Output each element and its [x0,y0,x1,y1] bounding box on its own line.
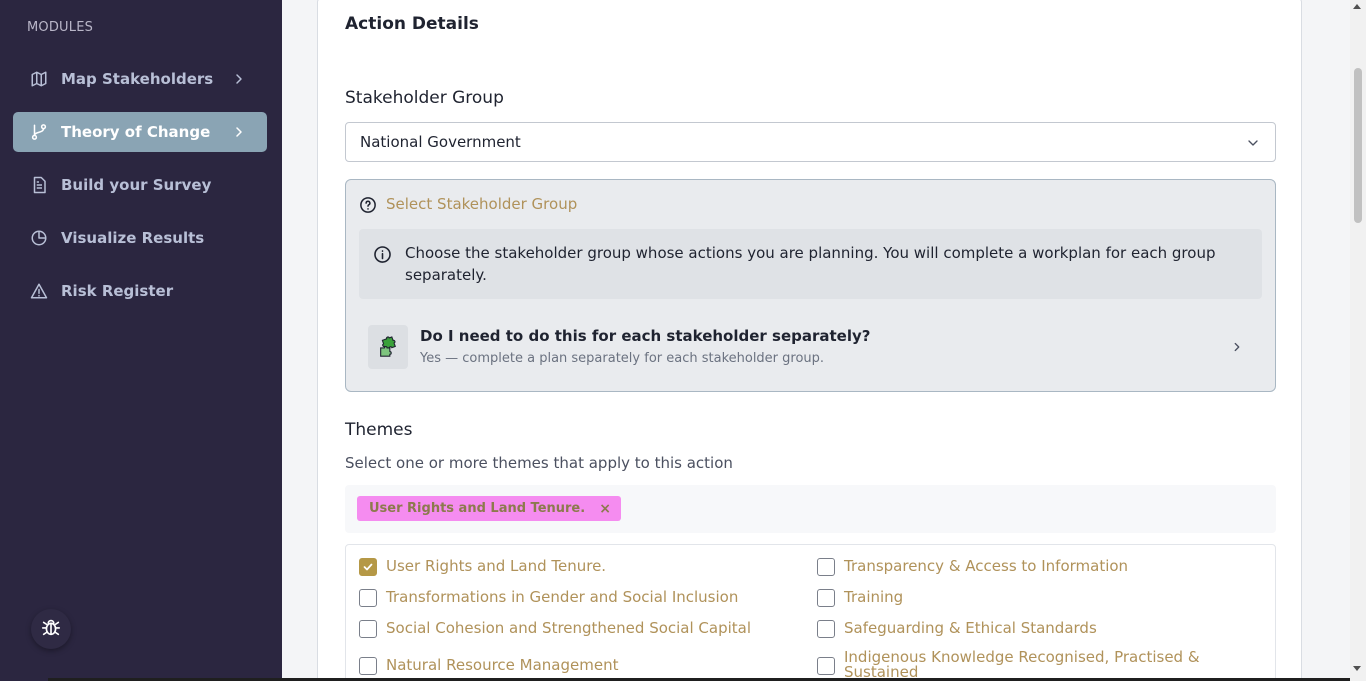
theme-option-label: Safeguarding & Ethical Standards [844,619,1097,637]
pie-chart-icon [30,229,48,247]
warning-icon [30,282,48,300]
theme-option[interactable]: Natural Resource Management [359,657,618,675]
theme-option-label: Social Cohesion and Strengthened Social … [386,619,752,637]
sidebar-item-label: Theory of Change [61,123,211,141]
sidebar-item-label: Risk Register [61,282,174,300]
faq-item[interactable]: Do I need to do this for each stakeholde… [359,313,1262,379]
themes-title: Themes [345,420,413,440]
stakeholder-group-select[interactable]: National Government [345,122,1276,162]
scroll-down-arrow-icon[interactable] [1353,666,1361,671]
sidebar-item-risk-register[interactable]: Risk Register [13,271,267,311]
theme-option-label: Natural Resource Management [386,656,619,674]
checkbox[interactable] [817,558,835,576]
sidebar-item-label: Map Stakeholders [61,70,214,88]
checkbox[interactable] [817,657,835,675]
theme-chip: User Rights and Land Tenure. × [357,496,621,521]
theme-option[interactable]: Indigenous Knowledge Recognised, Practis… [817,650,1217,680]
git-branch-icon [30,123,48,141]
close-icon[interactable]: × [599,501,611,517]
scrollbar-thumb[interactable] [1354,68,1362,223]
theme-option[interactable]: Transparency & Access to Information [817,558,1128,576]
chevron-right-icon [231,71,247,87]
info-text: Choose the stakeholder group whose actio… [405,244,1216,284]
modules-label: MODULES [27,20,94,35]
sidebar-item-map-stakeholders[interactable]: Map Stakeholders [13,59,267,99]
help-circle-icon [359,196,377,218]
checkbox[interactable] [359,620,377,638]
chip-label: User Rights and Land Tenure. [369,501,586,516]
themes-subtitle: Select one or more themes that apply to … [345,454,733,472]
theme-option[interactable]: Transformations in Gender and Social Inc… [359,589,738,607]
scroll-up-arrow-icon[interactable] [1353,4,1361,9]
checkbox[interactable] [359,558,377,576]
chevron-right-icon [231,124,247,140]
theme-option-label: Transformations in Gender and Social Inc… [386,588,739,606]
selected-themes: User Rights and Land Tenure. × [345,485,1276,533]
stakeholder-group-label: Stakeholder Group [345,88,504,108]
sidebar-item-theory-of-change[interactable]: Theory of Change [13,112,267,152]
action-details-card: Action Details Stakeholder Group Nationa… [317,0,1302,681]
stakeholder-group-value: National Government [360,133,521,151]
theme-option[interactable]: Training [817,589,903,607]
faq-question: Do I need to do this for each stakeholde… [420,327,871,345]
puzzle-icon [368,325,408,369]
chevron-down-icon [1245,135,1261,155]
checkbox[interactable] [817,620,835,638]
themes-options: User Rights and Land Tenure. Transparenc… [345,544,1276,681]
theme-option[interactable]: Safeguarding & Ethical Standards [817,620,1097,638]
checkbox[interactable] [359,589,377,607]
checkbox[interactable] [817,589,835,607]
theme-option-label: Training [844,588,904,606]
help-panel: Select Stakeholder Group Choose the stak… [345,179,1276,392]
sidebar-item-build-survey[interactable]: Build your Survey [13,165,267,205]
theme-option[interactable]: User Rights and Land Tenure. [359,558,606,576]
sidebar: MODULES Map Stakeholders Theory of Chang… [0,0,282,681]
checkbox[interactable] [359,657,377,675]
section-title: Action Details [345,14,479,34]
theme-option-label: User Rights and Land Tenure. [386,557,607,575]
theme-option-label: Transparency & Access to Information [844,557,1129,575]
bug-report-button[interactable] [31,609,71,649]
theme-option-label: Indigenous Knowledge Recognised, Practis… [844,648,1200,681]
chevron-right-icon [1230,339,1244,358]
sidebar-item-label: Build your Survey [61,176,212,194]
help-heading: Select Stakeholder Group [386,195,578,213]
sidebar-item-visualize-results[interactable]: Visualize Results [13,218,267,258]
info-icon [373,245,392,268]
info-callout: Choose the stakeholder group whose actio… [359,229,1262,299]
bug-icon [40,616,62,642]
main-content: Action Details Stakeholder Group Nationa… [282,0,1366,681]
document-icon [30,176,48,194]
sidebar-item-label: Visualize Results [61,229,205,247]
theme-option[interactable]: Social Cohesion and Strengthened Social … [359,620,751,638]
faq-answer: Yes — complete a plan separately for eac… [420,351,825,366]
map-icon [30,70,48,88]
